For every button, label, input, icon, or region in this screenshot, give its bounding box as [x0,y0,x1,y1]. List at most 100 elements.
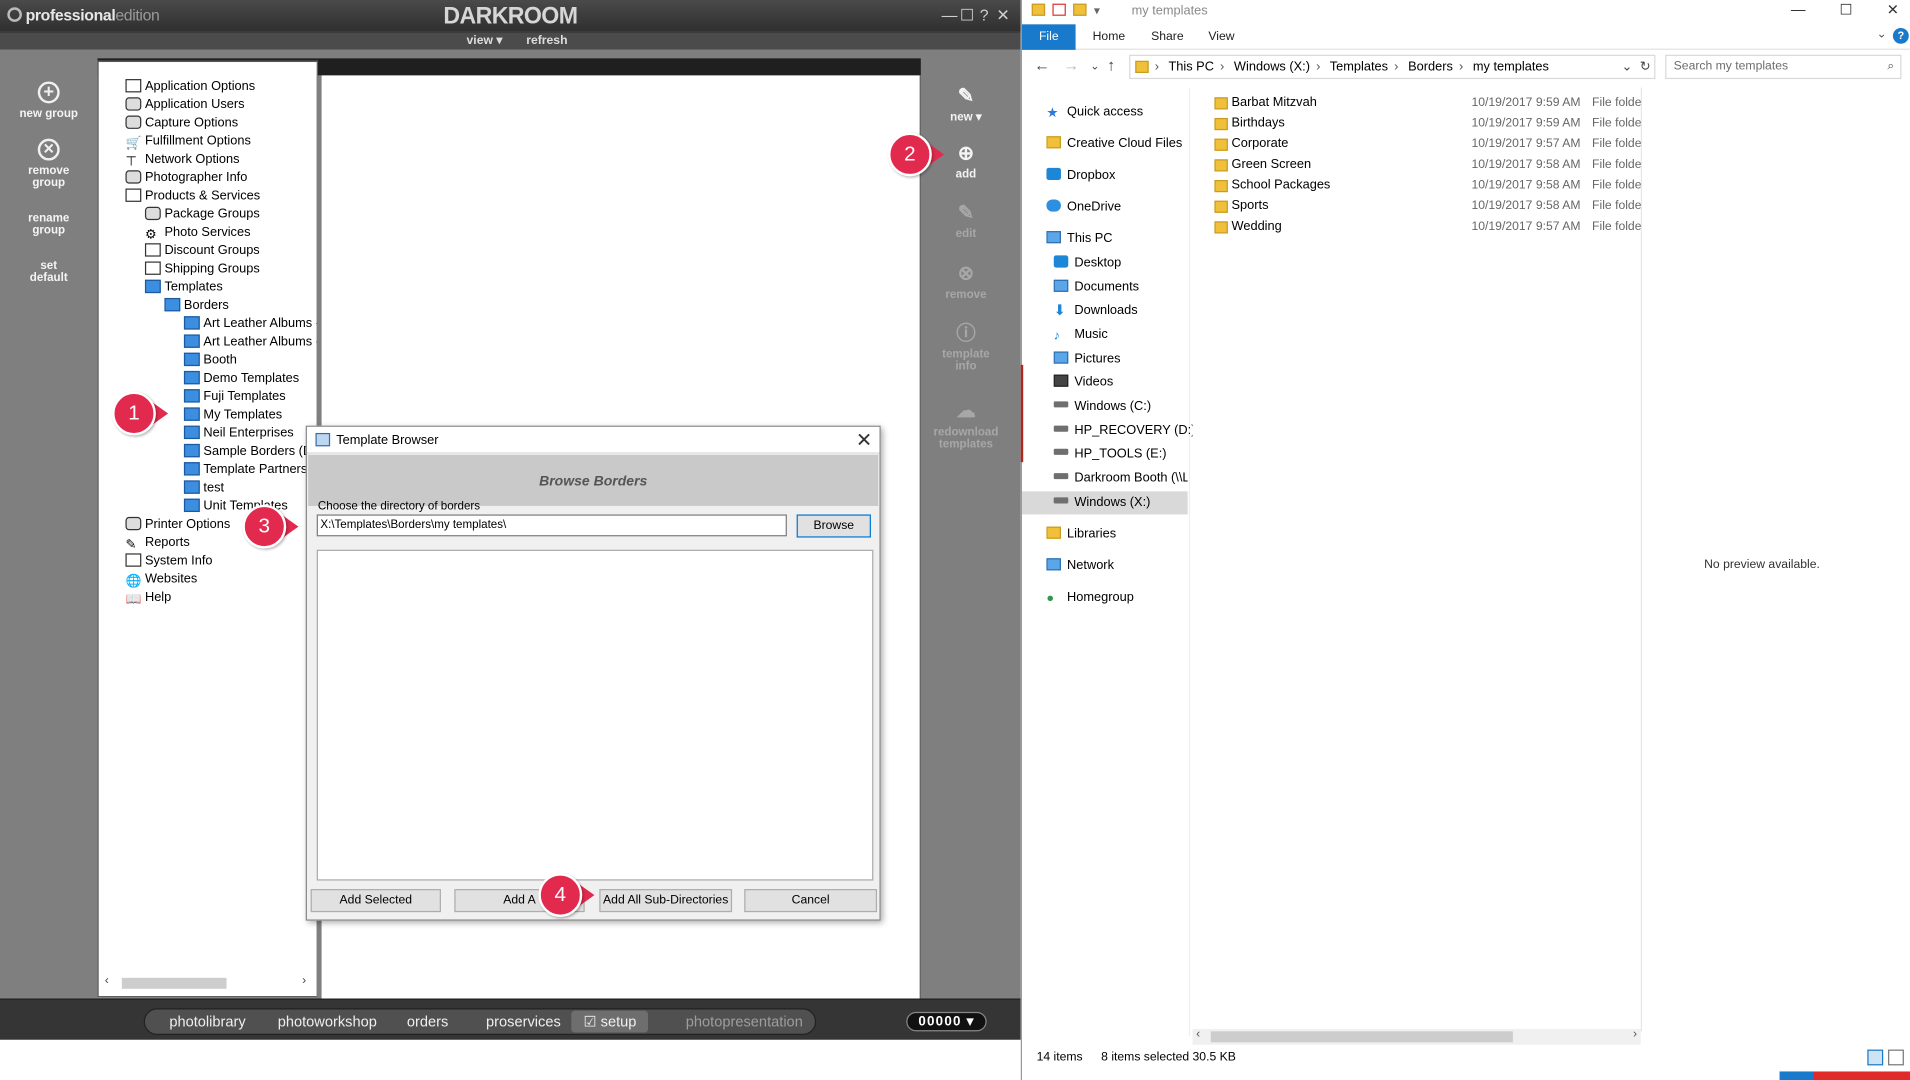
border-list[interactable] [316,549,874,881]
ribbon-expand-icon[interactable]: ⌄ [1877,28,1887,41]
recent-locations-icon[interactable]: ⌄ [1090,60,1099,73]
back-button[interactable]: ← [1034,56,1050,74]
refresh-icon[interactable]: ↻ [1640,56,1651,78]
tree-item-printer-options[interactable]: Printer Options [125,516,230,534]
tree-item-photographer-info[interactable]: Photographer Info [125,169,247,187]
minimize-button[interactable]: — [942,6,958,25]
tree-item-sample-borders[interactable]: Sample Borders (De [183,443,319,461]
nav-homegroup[interactable]: ● Homegroup [1046,586,1212,609]
tree-item-network-options[interactable]: ⊤ Network Options [125,151,239,169]
tab-share[interactable]: Share [1151,30,1184,43]
minimize-button[interactable]: — [1791,1,1806,18]
close-button[interactable]: ✕ [1887,1,1899,18]
browse-button[interactable]: Browse [796,514,871,538]
redownload-templates-button[interactable]: ☁ redownload templates [921,401,1011,451]
dropdown-icon[interactable]: ▾ [1094,5,1100,18]
preview-divider[interactable] [1640,87,1642,1032]
remove-button[interactable]: ⊗ remove [921,264,1011,302]
tree-item-shipping-groups[interactable]: Shipping Groups [144,260,260,278]
list-item[interactable]: School Packages 10/19/2017 9:58 AM File fo… [1214,175,1641,196]
tab-proservices[interactable]: proservices [486,1013,561,1030]
details-view-icon[interactable] [1867,1049,1884,1066]
list-item[interactable]: Sports 10/19/2017 9:58 AM File folde [1214,196,1641,217]
list-item[interactable]: Barbat Mitzvah 10/19/2017 9:59 AM File fol… [1214,92,1641,113]
nav-quick-access[interactable]: ★ Quick access [1046,101,1212,124]
tree-item-discount-groups[interactable]: Discount Groups [144,242,260,260]
tree-item-fuji-templates[interactable]: Fuji Templates [183,388,286,406]
list-item[interactable]: Green Screen 10/19/2017 9:58 AM File folde [1214,154,1641,175]
tab-photoworkshop[interactable]: photoworkshop [278,1013,377,1030]
add-selected-button[interactable]: Add Selected [310,889,441,913]
tree-item-products-services[interactable]: Products & Services [125,187,260,205]
crumb-this-pc[interactable]: This PC [1168,60,1213,75]
add-all-sub-directories-button[interactable]: Add All Sub-Directories [599,889,733,913]
nav-this-pc[interactable]: This PC [1046,227,1212,250]
tree-item-websites[interactable]: 🌐 Websites [125,570,197,589]
view-menu[interactable]: view ▾ [467,34,503,47]
close-button[interactable]: ✕ [996,6,1009,25]
scroll-right-icon[interactable]: › [302,974,306,987]
maximize-button[interactable]: ☐ [960,6,974,25]
tree-item-capture-options[interactable]: Capture Options [125,114,238,132]
counter-display[interactable]: 00000 ▾ [906,1011,987,1032]
scroll-thumb[interactable] [1210,1031,1513,1043]
list-item[interactable]: Corporate 10/19/2017 9:57 AM File folde [1214,134,1641,155]
tab-view[interactable]: View [1208,30,1234,43]
folder-icon[interactable] [1031,3,1046,16]
scroll-left-icon[interactable]: ‹ [105,974,109,987]
tree-item-borders[interactable]: Borders [164,297,229,315]
refresh-menu[interactable]: refresh [526,34,567,47]
tree-item-application-users[interactable]: Application Users [125,96,244,114]
nav-libraries[interactable]: Libraries [1046,523,1212,546]
tree-item-art-leather-2[interactable]: Art Leather Albums - [183,333,320,351]
directory-path-input[interactable]: X:\Templates\Borders\my templates\ [316,514,787,537]
file-list-horizontal-scrollbar[interactable]: ‹ › [1192,1028,1641,1045]
tab-setup[interactable]: ☑ setup [571,1010,649,1033]
forward-button[interactable]: → [1063,56,1079,74]
scroll-left-icon[interactable]: ‹ [1196,1028,1200,1041]
dialog-close-button[interactable]: ✕ [856,428,872,452]
cancel-button[interactable]: Cancel [744,889,878,913]
large-icons-view-icon[interactable] [1888,1049,1904,1066]
tree-item-package-groups[interactable]: Package Groups [144,206,260,224]
tree-item-demo-templates[interactable]: Demo Templates [183,370,299,388]
address-bar[interactable]: › This PC › Windows (X:) › Templates › Bord… [1129,54,1656,80]
crumb-borders[interactable]: Borders [1408,60,1453,75]
crumb-windows-x[interactable]: Windows (X:) [1234,60,1310,75]
tree-item-system-info[interactable]: System Info [125,552,213,570]
tab-orders[interactable]: orders [407,1013,448,1030]
edit-button[interactable]: ✎ edit [921,203,1011,241]
tree-item-fulfillment-options[interactable]: 🛒 Fulfillment Options [125,133,250,151]
set-default-button[interactable]: set default [0,260,97,284]
tree-item-template-partners[interactable]: Template Partners [183,461,307,479]
list-item[interactable]: Wedding 10/19/2017 9:57 AM File folde [1214,216,1641,237]
nav-dropbox[interactable]: Dropbox [1046,164,1212,187]
tree-item-booth[interactable]: Booth [183,351,237,369]
scroll-right-icon[interactable]: › [1633,1028,1637,1041]
properties-icon[interactable] [1052,3,1066,16]
tree-item-my-templates[interactable]: My Templates [183,406,282,424]
nav-onedrive[interactable]: OneDrive [1046,196,1212,219]
tree-item-art-leather-1[interactable]: Art Leather Albums - [183,315,320,333]
search-input[interactable]: Search my templates ⌕ [1665,54,1902,80]
tab-photolibrary[interactable]: photolibrary [169,1013,245,1030]
remove-group-button[interactable]: × remove group [0,138,97,190]
tree-item-test[interactable]: test [183,479,224,497]
new-group-button[interactable]: + new group [0,81,97,120]
new-folder-icon[interactable] [1073,3,1087,16]
new-button[interactable]: ✎ new ▾ [921,86,1011,124]
list-item[interactable]: Birthdays 10/19/2017 9:59 AM File folde [1214,113,1641,134]
help-icon[interactable]: ? [1892,27,1909,44]
tab-file[interactable]: File [1021,24,1076,50]
address-dropdown-icon[interactable]: ⌄ [1622,56,1633,78]
up-button[interactable]: ↑ [1107,56,1115,74]
tree-item-photo-services[interactable]: ⚙ Photo Services [145,224,251,242]
template-info-button[interactable]: ⓘ template info [921,324,1011,374]
tree-item-help[interactable]: 📖 Help [125,589,171,607]
maximize-button[interactable]: ☐ [1840,1,1853,18]
rename-group-button[interactable]: rename group [0,212,97,237]
tree-item-templates[interactable]: Templates [144,279,223,297]
tree-item-neil-enterprises[interactable]: Neil Enterprises [183,424,294,442]
crumb-templates[interactable]: Templates [1330,60,1388,75]
tab-photopresentation[interactable]: photopresentation [686,1013,803,1030]
